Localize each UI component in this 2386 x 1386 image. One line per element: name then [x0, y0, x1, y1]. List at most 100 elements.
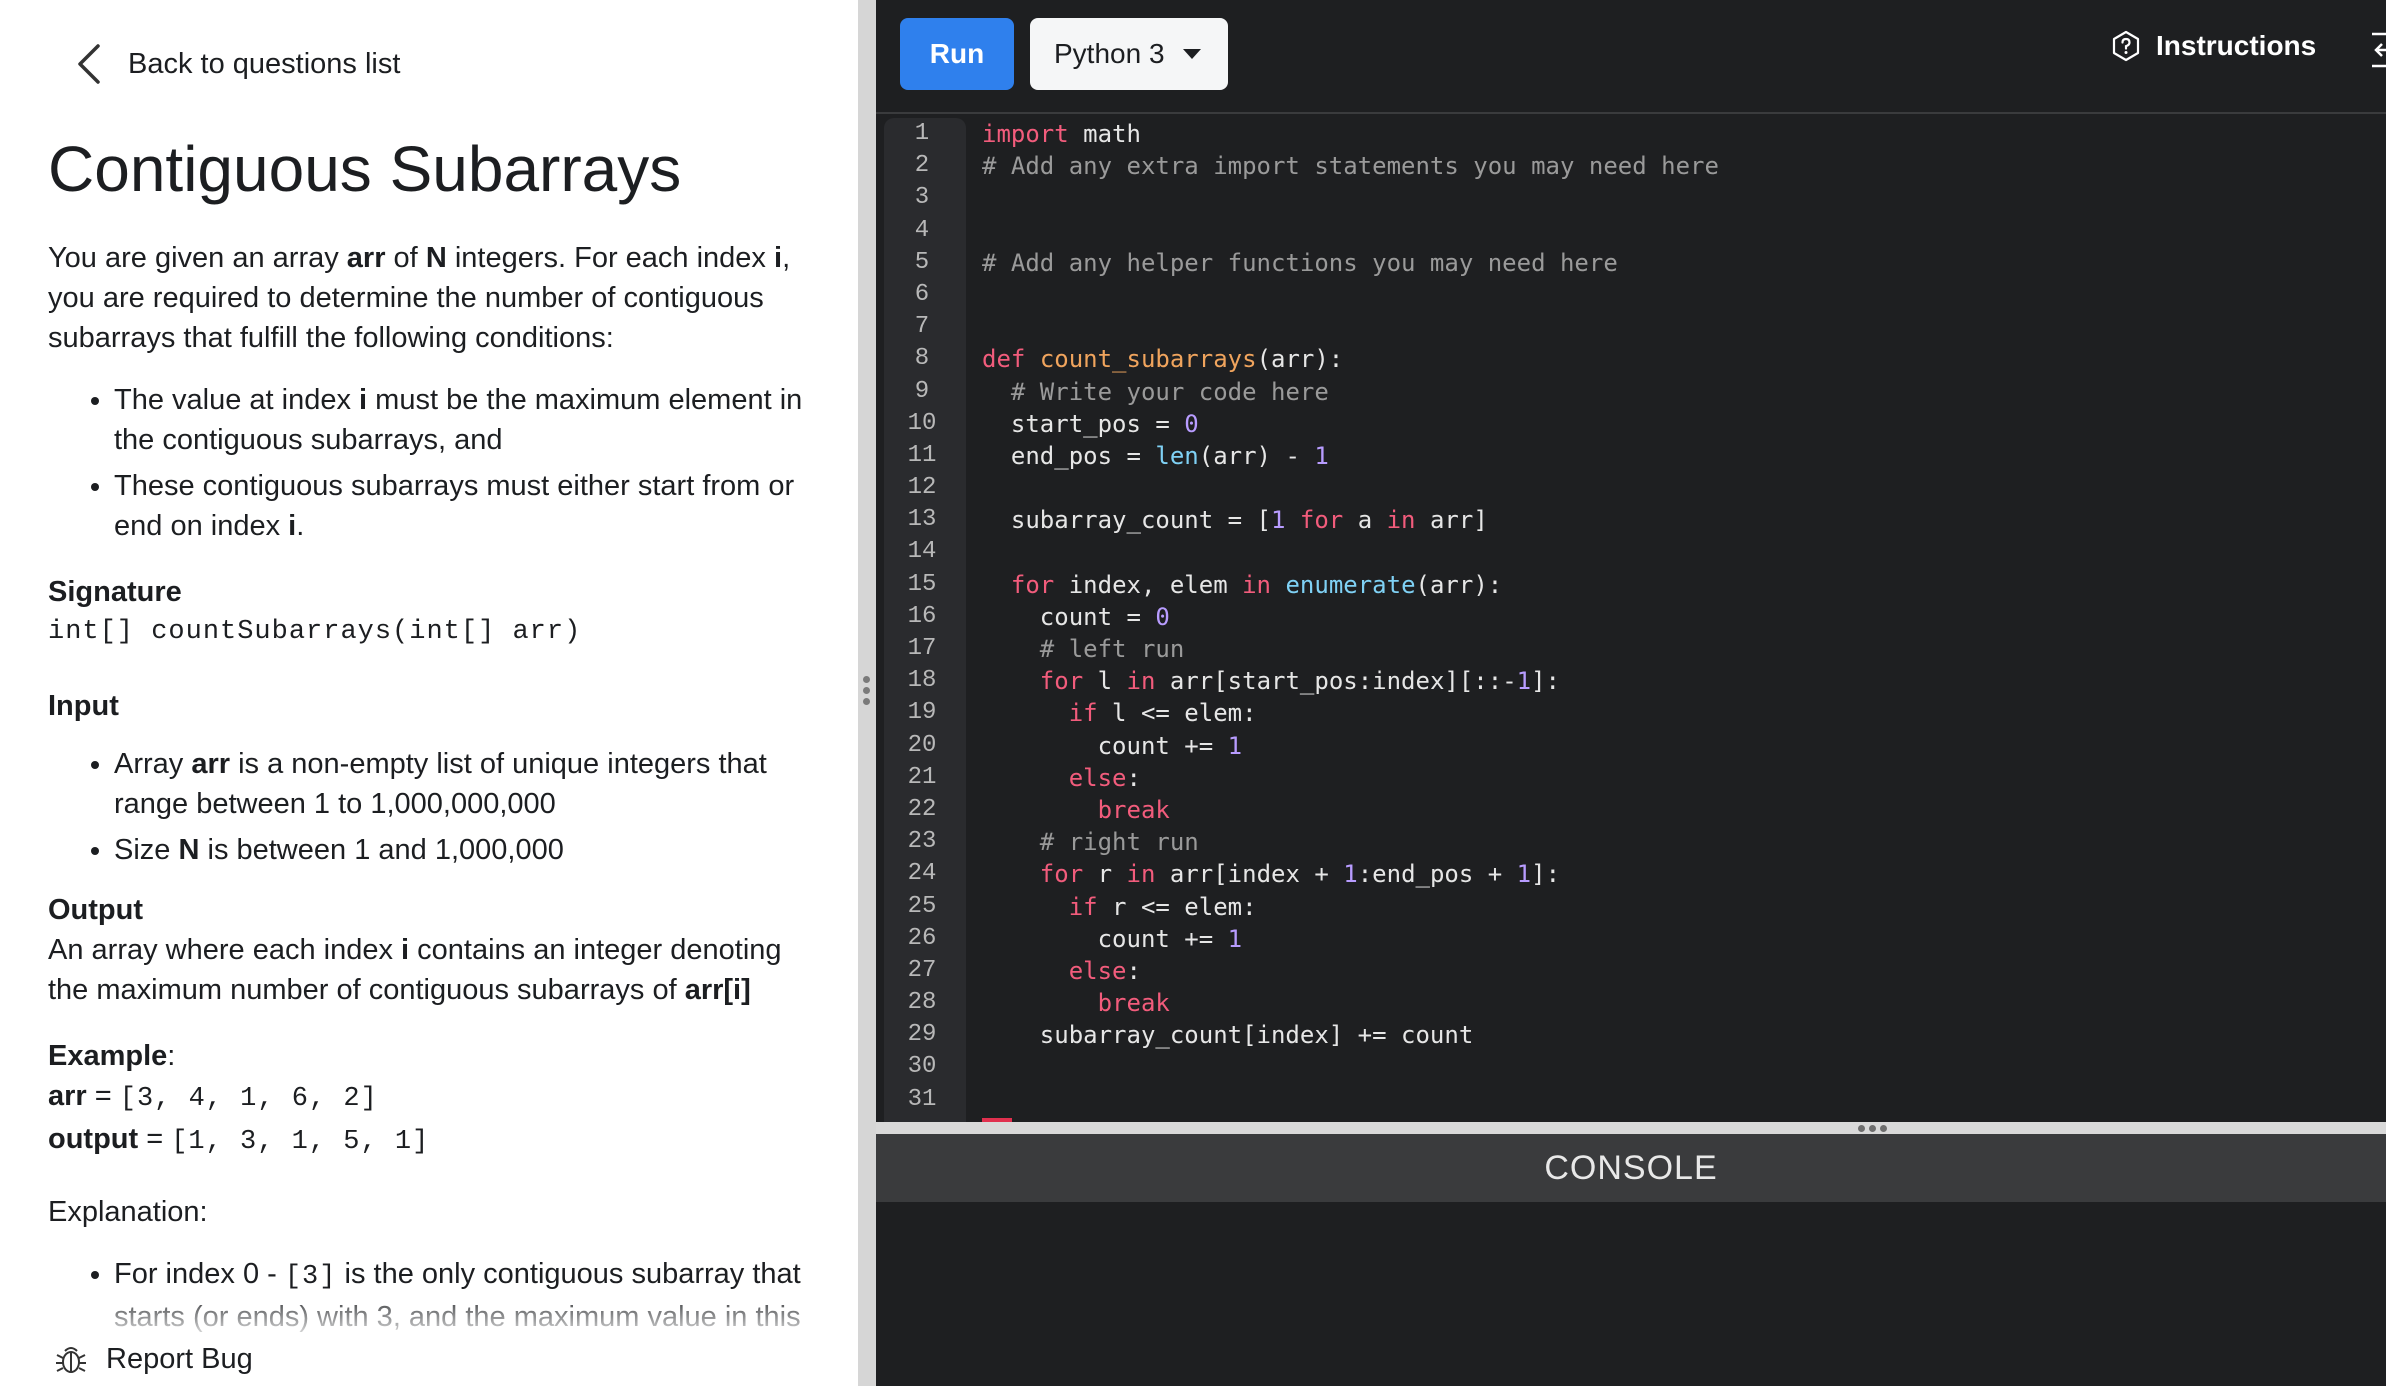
- list-bold: i: [359, 384, 368, 416]
- example-output-row: output = [1, 3, 1, 5, 1]: [48, 1119, 818, 1162]
- instructions-label: Instructions: [2156, 30, 2317, 61]
- list-bold: i: [288, 510, 297, 542]
- question-panel: Back to questions list Contiguous Subarr…: [0, 0, 858, 1386]
- code-line: def count_subarrays(arr):: [982, 345, 1344, 374]
- example-arr-row: arr = [3, 4, 1, 6, 2]: [48, 1076, 818, 1119]
- line-number: 6: [914, 280, 930, 308]
- instructions-button[interactable]: Instructions: [2110, 30, 2316, 62]
- code-line: else:: [1068, 763, 1141, 792]
- line-number: 19: [907, 699, 937, 727]
- line-number: 25: [907, 892, 937, 920]
- back-link-label: Back to questions list: [128, 47, 401, 80]
- run-button[interactable]: Run: [900, 18, 1014, 90]
- report-bug-label: Report Bug: [106, 1342, 253, 1375]
- list-text: .: [296, 510, 305, 542]
- list-bold: arr: [191, 748, 231, 780]
- language-select[interactable]: Python 3: [1030, 18, 1228, 90]
- report-bug-button[interactable]: Report Bug: [54, 1342, 253, 1376]
- example-colon: :: [167, 1040, 176, 1072]
- input-heading: Input: [48, 690, 119, 722]
- drag-handle-icon: [1858, 1125, 1887, 1132]
- line-number: 4: [914, 216, 930, 244]
- code-line: for index, elem in enumerate(arr):: [1010, 570, 1503, 599]
- code-line: count = 0: [982, 602, 1170, 631]
- line-number-gutter: 1 2 3 4 5 6 7 8 9 10 11 12 13 14 15 16 17 18 19 20 21 22 23 24 2…: [884, 118, 966, 1122]
- code-line: for l in arr[start_pos:index][::-1]:: [1039, 667, 1561, 696]
- line-number: 12: [907, 474, 937, 502]
- code-line: for r in arr[index + 1:end_pos + 1]:: [1039, 860, 1561, 889]
- line-number: 11: [907, 441, 937, 469]
- equals-sign: =: [86, 1080, 120, 1112]
- conditions-list: The value at index i must be the maximum…: [48, 380, 818, 546]
- list-item: Array arr is a non-empty list of unique …: [114, 744, 818, 824]
- code-line: else:: [1068, 956, 1141, 985]
- app-root: Back to questions list Contiguous Subarr…: [0, 0, 2386, 1386]
- horizontal-splitter[interactable]: [876, 1122, 2386, 1134]
- example-arr-label: arr: [48, 1080, 87, 1112]
- console-header[interactable]: CONSOLE: [876, 1134, 2386, 1202]
- code-line: subarray_count[index] += count: [982, 1021, 1474, 1050]
- code-line: # Add any extra import statements you ma…: [982, 152, 1719, 181]
- code-line: break: [1097, 989, 1170, 1018]
- caret-down-icon: [1182, 49, 1201, 59]
- intro-text: You are given an array: [48, 242, 347, 274]
- chevron-left-icon: [78, 44, 100, 84]
- intro-bold: arr: [346, 242, 386, 274]
- code-line: # Add any helper functions you may need …: [982, 248, 1618, 277]
- output-bold: arr[i]: [684, 974, 751, 1006]
- code-line: subarray_count = [1 for a in arr]: [982, 506, 1488, 535]
- equals-sign: =: [138, 1123, 172, 1155]
- code-line: if l <= elem:: [1068, 699, 1257, 728]
- list-bold: N: [178, 834, 200, 866]
- signature-code: int[] countSubarrays(int[] arr): [48, 617, 582, 647]
- code-line: # Write your code here: [1010, 377, 1329, 406]
- line-number: 30: [907, 1053, 937, 1081]
- signature-heading: Signature: [48, 576, 182, 608]
- drag-handle-icon: [863, 676, 870, 705]
- line-number: 23: [907, 828, 937, 856]
- code-line: count += 1: [982, 731, 1243, 760]
- collapse-panel-icon[interactable]: [2368, 30, 2386, 70]
- code-line: # left run: [1039, 635, 1185, 663]
- line-number: 22: [907, 795, 937, 823]
- line-number: 20: [907, 731, 937, 759]
- code-line: start_pos = 0: [982, 409, 1199, 438]
- example-output-label: output: [48, 1123, 139, 1155]
- code-line: count += 1: [982, 924, 1243, 953]
- back-to-questions-link[interactable]: Back to questions list: [72, 40, 400, 88]
- intro-bold: N: [425, 242, 447, 274]
- explanation-heading: Explanation:: [48, 1196, 208, 1228]
- line-number: 2: [914, 152, 930, 180]
- line-number: 14: [907, 538, 937, 566]
- list-code: [3]: [284, 1262, 337, 1292]
- list-text: For index 0 -: [114, 1258, 285, 1290]
- console-output: [876, 1202, 2386, 1386]
- example-heading: Example: [48, 1040, 168, 1072]
- code-line: if r <= elem:: [1068, 892, 1257, 921]
- line-number: 28: [907, 989, 937, 1017]
- code-content[interactable]: import math # Add any extra import state…: [982, 118, 2386, 1116]
- line-number: 16: [907, 602, 937, 630]
- output-description: An array where each index i contains an …: [48, 930, 818, 1010]
- list-text: The value at index: [114, 384, 360, 416]
- line-number: 26: [907, 924, 937, 952]
- code-line: import math: [982, 120, 1141, 148]
- code-line: # right run: [1039, 828, 1199, 857]
- code-editor[interactable]: 1 2 3 4 5 6 7 8 9 10 11 12 13 14 15 16 17 18 19 20 21 22 23 24 2…: [876, 114, 2386, 1122]
- list-item: These contiguous subarrays must either s…: [114, 466, 818, 546]
- line-number: 3: [914, 184, 930, 212]
- editor-toolbar: Run Python 3 Instructions: [876, 0, 2386, 114]
- line-number: 10: [907, 409, 937, 437]
- output-bold: i: [401, 934, 410, 966]
- list-item: Size N is between 1 and 1,000,000: [114, 830, 818, 870]
- list-text: Array: [114, 748, 192, 780]
- list-text: Size: [114, 834, 179, 866]
- vertical-splitter[interactable]: [858, 0, 876, 1386]
- line-number: 18: [907, 667, 937, 695]
- code-line: break: [1097, 795, 1170, 824]
